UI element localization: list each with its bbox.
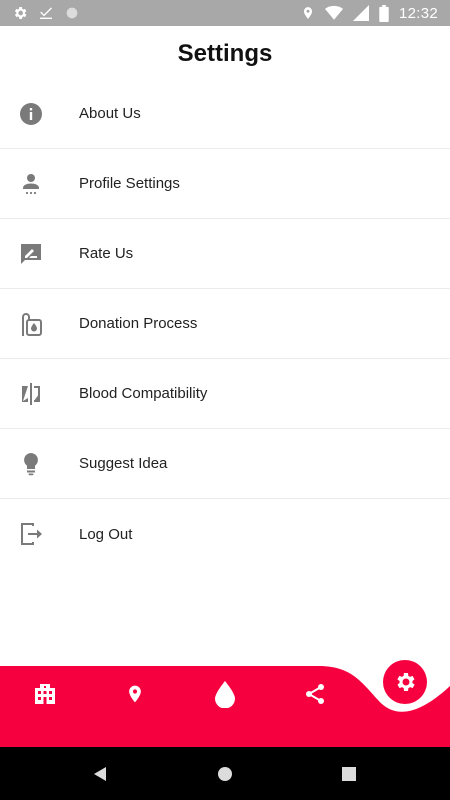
signal-icon — [352, 5, 369, 21]
location-pin-icon[interactable] — [113, 672, 157, 716]
hospital-icon[interactable] — [23, 672, 67, 716]
compare-icon — [0, 359, 60, 429]
settings-item-about-us[interactable]: About Us — [0, 79, 450, 149]
blood-drop-icon[interactable] — [203, 672, 247, 716]
settings-item-label: Rate Us — [79, 245, 134, 262]
system-nav-bar — [0, 747, 450, 800]
status-right: 12:32 — [301, 4, 438, 22]
lightbulb-icon — [0, 429, 60, 499]
gear-icon — [12, 5, 28, 21]
settings-item-label: Blood Compatibility — [79, 385, 208, 402]
circle-icon — [64, 5, 80, 21]
recents-icon[interactable] — [336, 761, 362, 787]
settings-item-label: Suggest Idea — [79, 455, 168, 472]
status-bar: 12:32 — [0, 0, 450, 26]
status-time: 12:32 — [398, 4, 438, 22]
battery-icon — [379, 4, 389, 22]
info-icon — [0, 79, 60, 149]
settings-item-suggest-idea[interactable]: Suggest Idea — [0, 429, 450, 499]
blood-bag-icon — [0, 289, 60, 359]
home-icon[interactable] — [212, 761, 238, 787]
settings-item-rate-us[interactable]: Rate Us — [0, 219, 450, 289]
bottom-nav — [0, 650, 450, 747]
settings-item-log-out[interactable]: Log Out — [0, 499, 450, 569]
logout-icon — [0, 499, 60, 569]
back-icon[interactable] — [87, 761, 113, 787]
rate-review-icon — [0, 219, 60, 289]
settings-item-blood-compatibility[interactable]: Blood Compatibility — [0, 359, 450, 429]
location-icon — [301, 5, 315, 21]
settings-item-label: Log Out — [79, 525, 133, 543]
status-left — [12, 5, 80, 21]
settings-item-label: Donation Process — [79, 315, 198, 332]
share-icon[interactable] — [293, 672, 337, 716]
person-icon — [0, 149, 60, 219]
page-title: Settings — [177, 40, 273, 67]
settings-list: About Us Profile Settings Rate Us Donati… — [0, 79, 450, 569]
settings-item-label: About Us — [79, 105, 141, 122]
settings-item-profile-settings[interactable]: Profile Settings — [0, 149, 450, 219]
settings-item-label: Profile Settings — [79, 175, 180, 192]
checkmark-icon — [38, 5, 54, 21]
wifi-icon — [324, 5, 343, 21]
settings-gear-icon[interactable] — [383, 660, 427, 704]
settings-item-donation-process[interactable]: Donation Process — [0, 289, 450, 359]
